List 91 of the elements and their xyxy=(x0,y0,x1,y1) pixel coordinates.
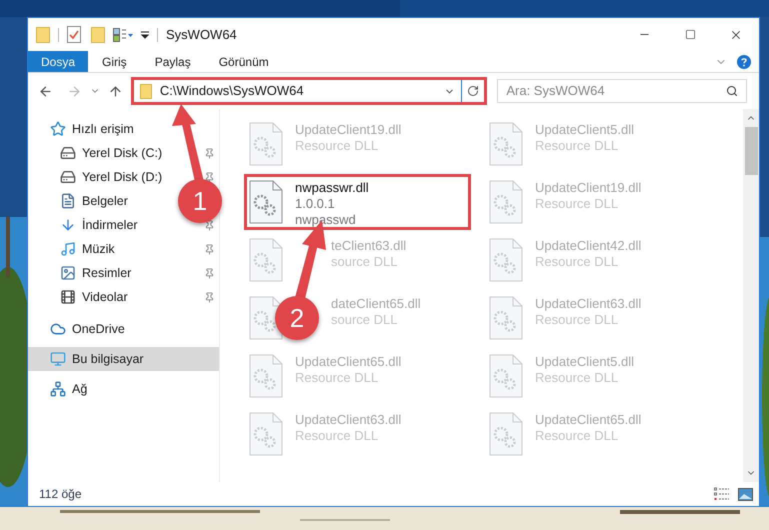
file-detail: nwpasswd xyxy=(295,212,357,228)
address-path: C:\Windows\SysWOW64 xyxy=(160,82,304,100)
sidebar-item[interactable]: Ağ xyxy=(28,377,219,401)
film-icon xyxy=(60,289,76,305)
gear-file-icon xyxy=(489,180,523,224)
file-name: UpdateClient5.dll xyxy=(535,122,634,138)
sidebar-item[interactable]: OneDrive xyxy=(28,317,219,341)
file-name: UpdateClient65.dll xyxy=(535,412,642,428)
item-count: 112 öğe xyxy=(39,486,82,503)
sidebar-item[interactable]: Müzik xyxy=(60,237,115,261)
ribbon-tab[interactable]: Giriş xyxy=(88,51,141,72)
gear-file-icon xyxy=(489,412,523,456)
up-icon[interactable] xyxy=(108,84,123,98)
gear-file-icon xyxy=(249,354,283,398)
scroll-thumb[interactable] xyxy=(744,127,758,175)
gear-file-icon xyxy=(249,180,283,224)
folder-icon[interactable] xyxy=(36,26,50,42)
sidebar-item[interactable]: Yerel Disk (C:) xyxy=(60,141,162,165)
monitor-icon xyxy=(50,351,66,367)
file-name: dateClient65.dll xyxy=(331,296,421,312)
folder-icon[interactable] xyxy=(91,26,105,42)
file-name: UpdateClient63.dll xyxy=(535,296,642,312)
ribbon-tab[interactable]: Dosya xyxy=(28,51,88,72)
sidebar-item[interactable]: Videolar xyxy=(60,285,128,309)
file-detail: Resource DLL xyxy=(535,254,620,270)
folder-icon xyxy=(140,84,152,98)
sidebar-item[interactable]: Yerel Disk (D:) xyxy=(60,165,162,189)
gear-file-icon xyxy=(489,354,523,398)
file-detail: Resource DLL xyxy=(535,428,620,444)
help-icon[interactable] xyxy=(737,54,751,68)
sidebar-item[interactable]: Belgeler xyxy=(60,189,128,213)
refresh-icon[interactable] xyxy=(467,85,480,97)
file-name: UpdateClient19.dll xyxy=(535,180,642,196)
network-icon xyxy=(50,381,66,397)
file-detail: Resource DLL xyxy=(535,196,620,212)
file-detail: Resource DLL xyxy=(535,138,620,154)
gear-file-icon xyxy=(489,122,523,166)
search-icon xyxy=(726,85,738,97)
search-field[interactable]: Ara: SysWOW64 xyxy=(497,79,747,103)
ribbon-tab[interactable]: Paylaş xyxy=(140,51,205,72)
file-item[interactable]: nwpasswr.dll 1.0.0.1 nwpasswd xyxy=(244,174,471,230)
gear-file-icon xyxy=(249,238,283,282)
cloud-icon xyxy=(50,321,66,337)
sidebar-item[interactable]: Hızlı erişim xyxy=(28,117,219,141)
picture-icon xyxy=(60,265,76,281)
pin-icon[interactable] xyxy=(204,148,215,158)
file-detail: source DLL xyxy=(331,254,398,270)
file-detail: Resource DLL xyxy=(295,370,380,386)
pin-icon[interactable] xyxy=(204,292,215,302)
file-name: teClient63.dll xyxy=(331,238,406,254)
maximize-icon xyxy=(684,29,696,40)
file-name: nwpasswr.dll xyxy=(295,180,369,196)
file-name: UpdateClient19.dll xyxy=(295,122,402,138)
music-note-icon xyxy=(60,241,76,257)
gear-file-icon xyxy=(249,122,283,166)
drive-icon xyxy=(60,169,76,185)
gear-file-icon xyxy=(249,296,283,340)
file-name: UpdateClient42.dll xyxy=(535,238,642,254)
search-input[interactable]: Ara: SysWOW64 xyxy=(506,81,726,101)
file-name: UpdateClient63.dll xyxy=(295,412,402,428)
file-detail: Resource DLL xyxy=(295,428,380,444)
ribbon-tab[interactable]: Görünüm xyxy=(204,51,283,72)
picture-view-icon[interactable] xyxy=(738,488,753,500)
file-detail: 1.0.0.1 xyxy=(295,196,336,212)
file-detail: Resource DLL xyxy=(535,370,620,386)
gear-file-icon xyxy=(249,412,283,456)
document-icon xyxy=(60,193,76,209)
pin-icon[interactable] xyxy=(204,244,215,254)
customize-caret-icon[interactable] xyxy=(141,30,149,38)
back-icon[interactable] xyxy=(38,84,53,98)
sidebar-item[interactable]: İndirmeler xyxy=(60,213,138,237)
file-name: UpdateClient5.dll xyxy=(535,354,634,370)
sidebar-item[interactable]: Resimler xyxy=(60,261,132,285)
pin-icon[interactable] xyxy=(204,172,215,182)
window-title: SysWOW64 xyxy=(166,26,237,44)
pin-icon[interactable] xyxy=(204,220,215,230)
scrollbar[interactable] xyxy=(743,109,759,482)
address-field[interactable]: C:\Windows\SysWOW64 xyxy=(130,77,488,105)
drive-icon xyxy=(60,145,76,161)
gear-file-icon xyxy=(489,238,523,282)
file-detail: source DLL xyxy=(331,312,398,328)
gear-file-icon xyxy=(489,296,523,340)
sidebar-item[interactable]: Bu bilgisayar xyxy=(28,347,219,371)
details-view-icon[interactable] xyxy=(714,487,730,501)
properties-icon[interactable] xyxy=(113,28,135,42)
file-name: UpdateClient65.dll xyxy=(295,354,402,370)
file-detail: Resource DLL xyxy=(535,312,620,328)
file-detail: Resource DLL xyxy=(295,138,380,154)
checklist-icon[interactable] xyxy=(67,26,81,43)
pin-icon[interactable] xyxy=(204,268,215,278)
star-icon xyxy=(50,121,66,137)
